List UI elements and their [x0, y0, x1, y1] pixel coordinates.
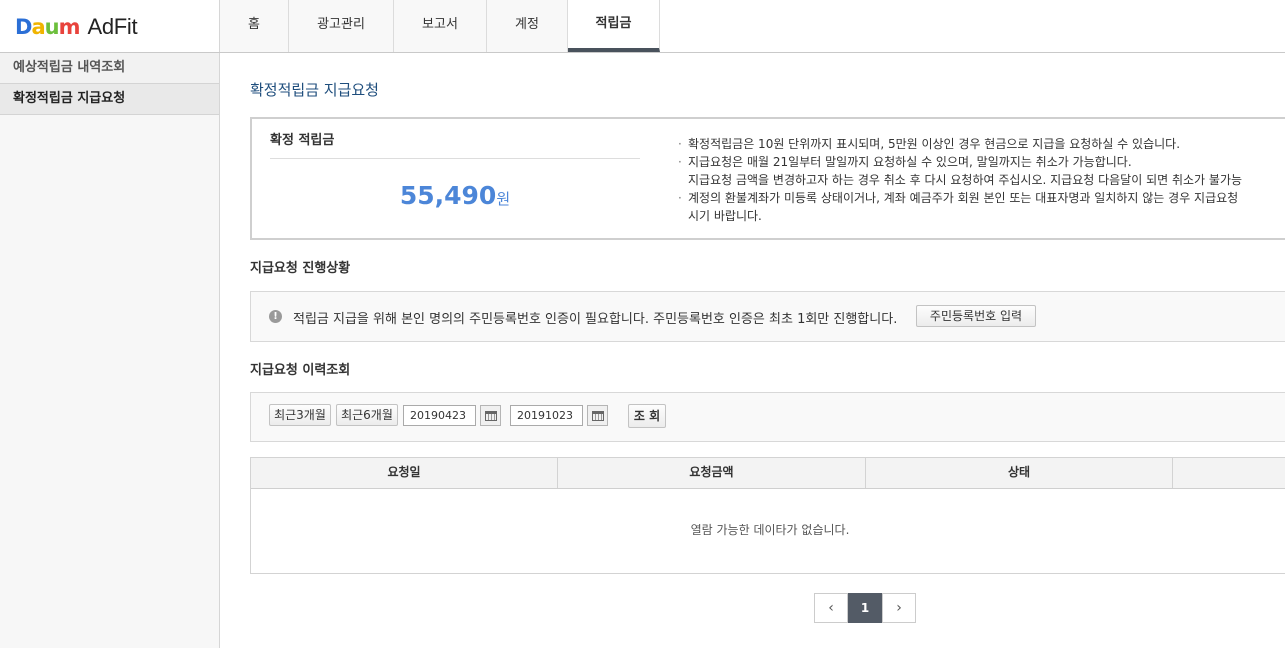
daum-logo: Daum	[15, 14, 80, 39]
history-filter: 최근3개월 최근6개월 20190423 20191023 조 회	[250, 392, 1285, 442]
daum-adfit-logo[interactable]: Daum AdFit	[15, 13, 138, 41]
next-page-button[interactable]: ›	[882, 593, 916, 623]
start-date-input[interactable]: 20190423	[403, 405, 476, 426]
adfit-wordmark: AdFit	[87, 14, 138, 39]
amount-unit: 원	[496, 190, 511, 208]
col-status[interactable]: 상태	[866, 458, 1173, 488]
note-item: 시기 바랍니다.	[688, 209, 762, 223]
start-calendar-button[interactable]	[480, 405, 501, 426]
prev-page-button[interactable]: ‹	[814, 593, 848, 623]
note-item: 지급요청은 매월 21일부터 말일까지 요청하실 수 있으며, 말일까지는 취소…	[678, 153, 1285, 171]
progress-section-title: 지급요청 진행상황	[250, 261, 351, 276]
calendar-icon	[485, 411, 497, 421]
history-section-title: 지급요청 이력조회	[250, 363, 351, 378]
summary-amount: 55,490원	[270, 181, 640, 210]
search-button[interactable]: 조 회	[628, 404, 666, 428]
confirmed-reserve-summary: 확정 적립금 55,490원 확정적립금은 10원 단위까지 표시되며, 5만원…	[250, 117, 1285, 240]
pagination: ‹ 1 ›	[814, 593, 916, 623]
sidebar-item-expected-reserve[interactable]: 예상적립금 내역조회	[0, 53, 219, 84]
end-calendar-button[interactable]	[587, 405, 608, 426]
recent-6-months-button[interactable]: 최근6개월	[336, 404, 398, 426]
header: Daum AdFit 홈 광고관리 보고서 계정 적립금	[0, 0, 1285, 53]
tab-account[interactable]: 계정	[487, 0, 568, 52]
sidebar-item-confirmed-payout[interactable]: 확정적립금 지급요청	[0, 84, 219, 115]
tab-reserve[interactable]: 적립금	[568, 0, 660, 52]
end-date-input[interactable]: 20191023	[510, 405, 583, 426]
notice-text: 적립금 지급을 위해 본인 명의의 주민등록번호 인증이 필요합니다. 주민등록…	[293, 312, 898, 327]
sidebar: 예상적립금 내역조회 확정적립금 지급요청	[0, 53, 220, 648]
tab-ad-management[interactable]: 광고관리	[289, 0, 394, 52]
rrn-input-button[interactable]: 주민등록번호 입력	[916, 305, 1036, 327]
amount-value: 55,490	[399, 181, 497, 210]
global-nav: 홈 광고관리 보고서 계정 적립금	[220, 0, 660, 52]
calendar-icon	[592, 411, 604, 421]
tab-home[interactable]: 홈	[220, 0, 289, 52]
table-header: 요청일 요청금액 상태	[251, 458, 1285, 489]
summary-label: 확정 적립금	[270, 129, 640, 159]
empty-message: 열람 가능한 데이타가 없습니다.	[690, 523, 850, 537]
progress-notice: ! 적립금 지급을 위해 본인 명의의 주민등록번호 인증이 필요합니다. 주민…	[250, 291, 1285, 342]
col-request-amount[interactable]: 요청금액	[558, 458, 866, 488]
recent-3-months-button[interactable]: 최근3개월	[269, 404, 331, 426]
summary-notes: 확정적립금은 10원 단위까지 표시되며, 5만원 이상인 경우 현금으로 지급…	[678, 135, 1285, 225]
logo-area: Daum AdFit	[0, 0, 220, 52]
note-item: 지급요청 금액을 변경하고자 하는 경우 취소 후 다시 요청하여 주십시오. …	[688, 173, 1243, 187]
info-icon: !	[269, 310, 282, 323]
col-extra	[1173, 458, 1285, 488]
page-title: 확정적립금 지급요청	[250, 81, 379, 99]
history-table: 요청일 요청금액 상태 열람 가능한 데이타가 없습니다.	[250, 457, 1285, 574]
page-number-current[interactable]: 1	[848, 593, 882, 623]
note-item: 확정적립금은 10원 단위까지 표시되며, 5만원 이상인 경우 현금으로 지급…	[678, 135, 1285, 153]
col-request-date[interactable]: 요청일	[251, 458, 558, 488]
tab-reports[interactable]: 보고서	[394, 0, 487, 52]
note-item: 계정의 환불계좌가 미등록 상태이거나, 계좌 예금주가 회원 본인 또는 대표…	[678, 189, 1285, 207]
